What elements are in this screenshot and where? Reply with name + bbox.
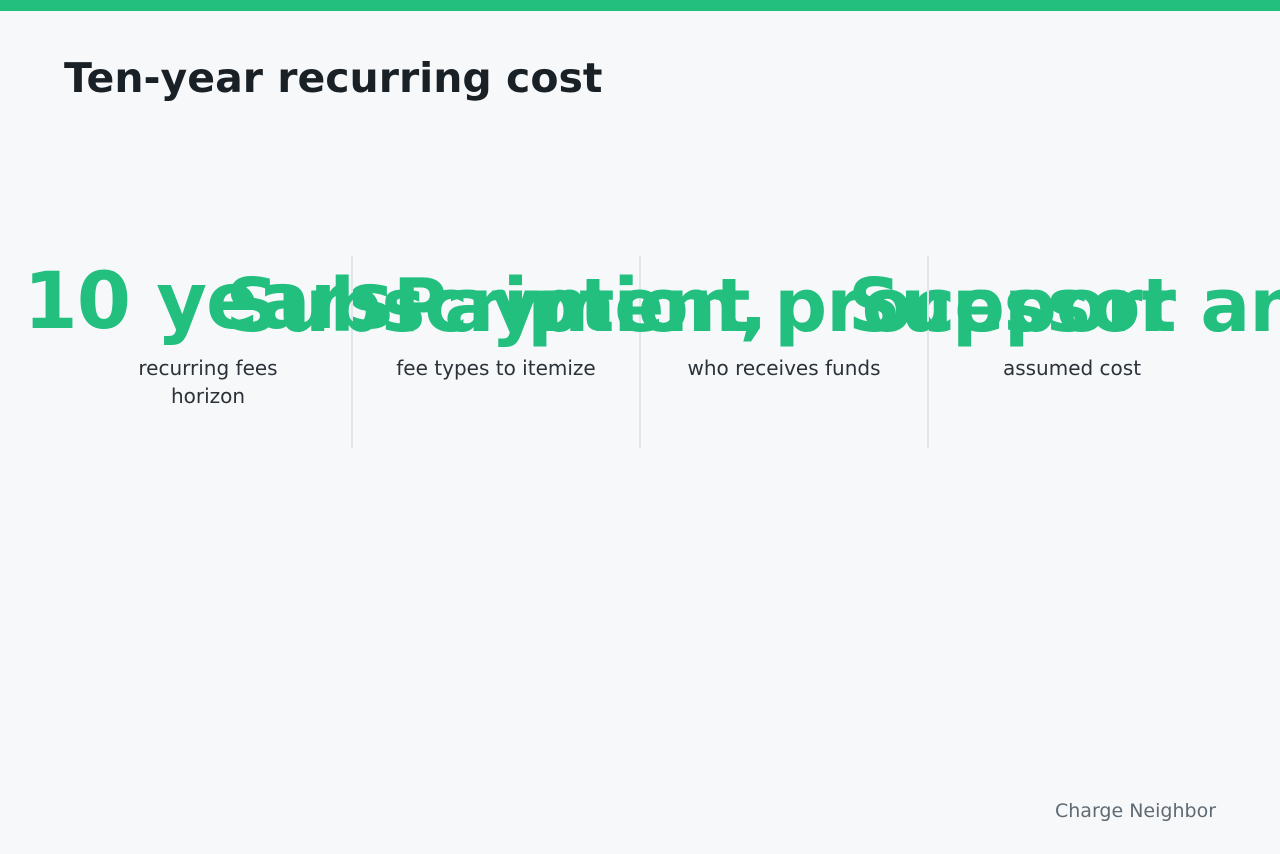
stat-label: recurring fees horizon [138,356,278,408]
stat-value: Support and analytics [848,263,1280,349]
accent-top-bar [0,0,1280,11]
stat-label: assumed cost [1002,356,1142,380]
stat-label: fee types to itemize [396,356,596,380]
page-title: Ten-year recurring cost [64,54,603,102]
brand-footer: Charge Neighbor [1055,800,1216,822]
stat-label: who receives funds [687,356,881,380]
slide: Ten-year recurring cost 10 years recurri… [0,0,1280,854]
stat-assumed-cost: Support and analytics assumed cost [848,258,1280,448]
